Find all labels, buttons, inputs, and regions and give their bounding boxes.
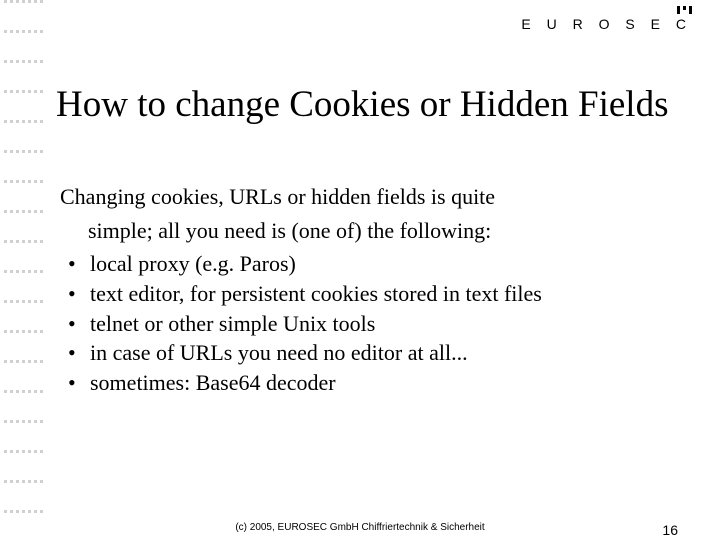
list-item: telnet or other simple Unix tools bbox=[62, 309, 692, 339]
brand-marks-icon bbox=[677, 6, 692, 14]
body-content: Changing cookies, URLs or hidden fields … bbox=[60, 182, 692, 398]
intro-text-line2: simple; all you need is (one of) the fol… bbox=[60, 216, 692, 246]
list-item: in case of URLs you need no editor at al… bbox=[62, 338, 692, 368]
page-number: 16 bbox=[662, 522, 678, 538]
list-item: text editor, for persistent cookies stor… bbox=[62, 279, 692, 309]
decorative-sidebar bbox=[0, 0, 44, 540]
intro-text-line1: Changing cookies, URLs or hidden fields … bbox=[60, 182, 692, 212]
list-item: local proxy (e.g. Paros) bbox=[62, 249, 692, 279]
footer-copyright: (c) 2005, EUROSEC GmbH Chiffriertechnik … bbox=[0, 522, 720, 533]
brand-label: E U R O S E C bbox=[521, 16, 692, 32]
list-item: sometimes: Base64 decoder bbox=[62, 368, 692, 398]
bullet-list: local proxy (e.g. Paros) text editor, fo… bbox=[62, 249, 692, 397]
page-title: How to change Cookies or Hidden Fields bbox=[56, 85, 708, 126]
